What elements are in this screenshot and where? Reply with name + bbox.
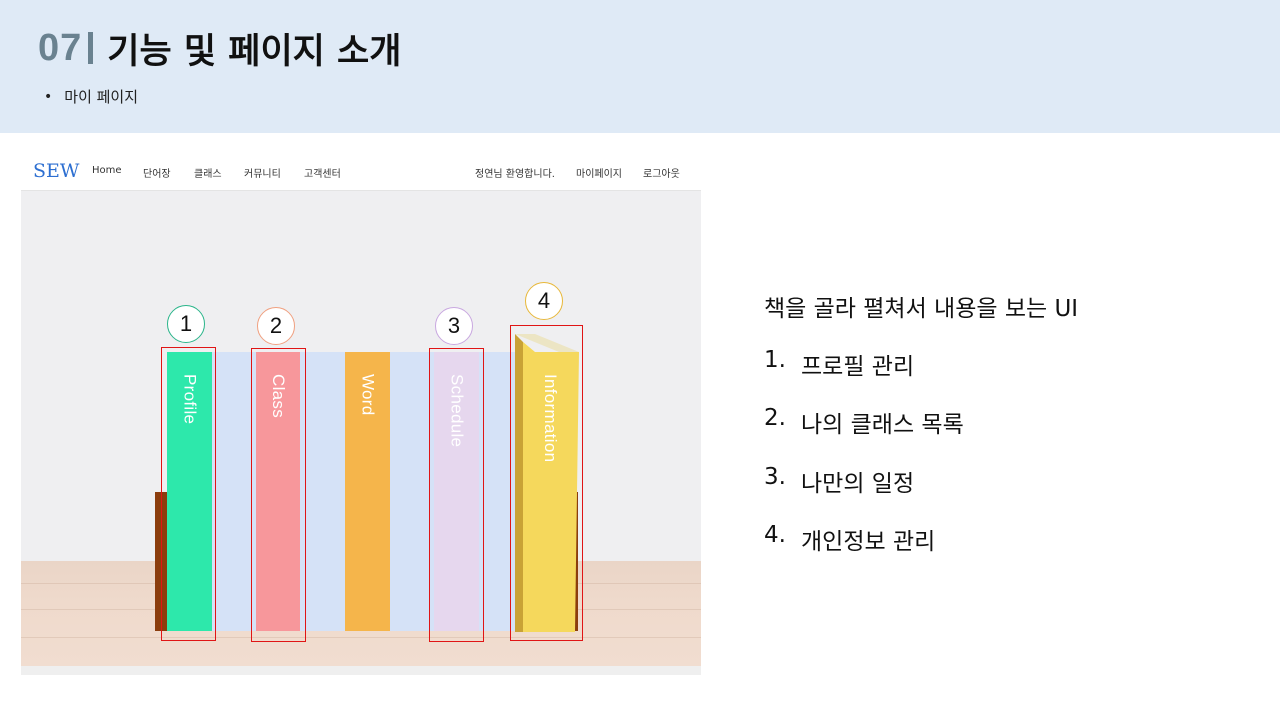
item-number: 2. (764, 405, 786, 431)
nav-wordbook[interactable]: 단어장 (143, 165, 171, 180)
highlight-box-1 (161, 347, 216, 641)
item-number: 4. (764, 522, 786, 548)
description-item: 1. 프로필 관리 (764, 347, 914, 381)
item-text: 개인정보 관리 (801, 529, 936, 555)
bullet-icon: • (44, 88, 53, 105)
marker-4: 4 (525, 282, 563, 320)
top-nav: SEW Home 단어장 클래스 커뮤니티 고객센터 정연님 환영합니다. 마이… (21, 152, 701, 191)
nav-community[interactable]: 커뮤니티 (244, 165, 281, 180)
site-logo[interactable]: SEW (33, 160, 79, 182)
mypage-screenshot: SEW Home 단어장 클래스 커뮤니티 고객센터 정연님 환영합니다. 마이… (21, 152, 701, 675)
baseboard (21, 666, 701, 675)
marker-1: 1 (167, 305, 205, 343)
slide-header: 07 기능 및 페이지 소개 • 마이 페이지 (0, 0, 1280, 133)
item-text: 프로필 관리 (801, 354, 915, 380)
slide-subtitle: • 마이 페이지 (44, 86, 138, 107)
highlight-box-3 (429, 348, 484, 642)
highlight-box-4 (510, 325, 583, 641)
description-item: 2. 나의 클래스 목록 (764, 405, 964, 439)
book-word[interactable]: Word (345, 352, 390, 631)
title-divider (88, 32, 94, 64)
item-number: 3. (764, 464, 786, 490)
feature-description: 책을 골라 펼쳐서 내용을 보는 UI 1. 프로필 관리 2. 나의 클래스 … (764, 289, 1079, 555)
subtitle-text: 마이 페이지 (64, 88, 139, 106)
book-label: Word (358, 374, 378, 416)
nav-home[interactable]: Home (92, 165, 122, 176)
nav-class[interactable]: 클래스 (194, 165, 222, 180)
marker-3: 3 (435, 307, 473, 345)
welcome-text: 정연님 환영합니다. (475, 169, 555, 180)
floor-plank-line (21, 637, 701, 638)
highlight-box-2 (251, 348, 306, 642)
slide-title: 기능 및 페이지 소개 (107, 31, 402, 72)
item-text: 나의 클래스 목록 (801, 412, 964, 438)
slide-number: 07 (38, 26, 83, 69)
description-item: 3. 나만의 일정 (764, 464, 914, 498)
description-heading: 책을 골라 펼쳐서 내용을 보는 UI (764, 296, 1079, 322)
slide-title-row: 07 기능 및 페이지 소개 (38, 26, 401, 72)
description-item: 4. 개인정보 관리 (764, 522, 935, 556)
item-text: 나만의 일정 (801, 471, 915, 497)
nav-mypage[interactable]: 마이페이지 (576, 165, 622, 180)
nav-logout[interactable]: 로그아웃 (643, 165, 680, 180)
marker-2: 2 (257, 307, 295, 345)
item-number: 1. (764, 347, 786, 373)
nav-support[interactable]: 고객센터 (304, 165, 341, 180)
